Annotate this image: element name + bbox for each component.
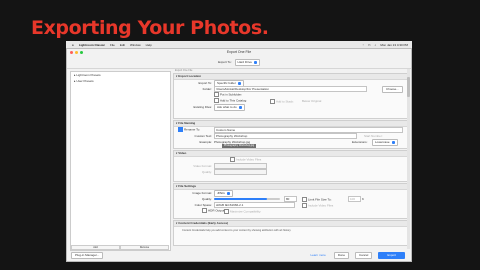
content-credentials-body: Content Credentials help you add context… — [182, 229, 292, 232]
section-title: File Settings — [178, 184, 197, 188]
menubar-status-area: ◔ ▭ ⌕ Mon Jan 13 4:30 PM — [362, 43, 412, 47]
section-file-settings: ▾File Settings Image Format: JPEG Qualit… — [173, 183, 409, 219]
plugin-manager-button[interactable]: Plug-in Manager... — [71, 251, 104, 259]
cancel-button[interactable]: Cancel — [354, 251, 373, 259]
stack-position-select[interactable]: Below Original — [302, 99, 321, 103]
chevron-down-icon — [391, 141, 395, 144]
maximize-compat-label: Maximize Compatibility — [230, 209, 261, 214]
menu-app-name[interactable]: Lightroom Classic — [79, 43, 105, 47]
battery-icon[interactable]: ▭ — [368, 43, 371, 47]
example-label: Example: — [199, 140, 212, 144]
preset-sidebar: ▸ Lightroom Presets ▸ User Presets Add R… — [70, 71, 171, 251]
settings-scrollbar[interactable] — [407, 69, 410, 249]
existing-files-select[interactable]: Ask what to do — [214, 104, 245, 111]
menu-help[interactable]: Help — [146, 43, 152, 47]
put-in-subfolder-checkbox[interactable] — [214, 92, 219, 97]
hdr-output-option: HDR Output — [202, 208, 224, 213]
color-space-label: Color Space: — [194, 203, 212, 207]
chevron-down-icon — [253, 60, 257, 64]
apple-icon[interactable]: ● — [72, 43, 74, 47]
breadcrumb: Export One File — [175, 69, 193, 72]
video-quality-label: Quality: — [201, 170, 212, 174]
section-title: Video — [178, 151, 187, 155]
section-video: ▾Video Include Video Files Video Format:… — [173, 150, 409, 182]
rename-option: Rename To: — [178, 127, 200, 132]
row-example: Example: Photography Workshop.jpg Extens… — [174, 139, 408, 148]
include-video-option: Include Video Files — [230, 157, 261, 162]
mac-menubar: ● Lightroom Classic File Edit Window Hel… — [66, 41, 412, 48]
export-to-select[interactable]: Hard Drive — [234, 58, 260, 66]
add-to-stack-label: Add to Stack: — [276, 99, 294, 104]
slide-title: Exporting Your Photos. — [31, 17, 269, 39]
maximize-compatibility-option: Maximize Compatibility — [224, 209, 261, 214]
existing-files-label: Existing Files: — [193, 105, 212, 109]
include-video-label: Include Video Files — [308, 203, 334, 208]
extensions-label: Extensions: — [352, 140, 368, 144]
folder-label: Folder: — [202, 87, 212, 91]
maximize-compat-checkbox[interactable] — [224, 209, 229, 214]
include-video-checkbox[interactable] — [230, 157, 235, 162]
hdr-output-checkbox[interactable] — [202, 208, 207, 213]
limit-size-unit: K — [362, 197, 365, 201]
extensions-value: Lowercase — [375, 140, 390, 144]
add-to-catalog-label: Add to This Catalog — [220, 98, 247, 103]
quality-slider-fill — [214, 198, 267, 200]
chevron-down-icon — [237, 82, 241, 85]
section-title: Content Credentials (Early Access) — [178, 221, 229, 225]
wifi-icon[interactable]: ◔ — [362, 43, 364, 47]
section-title: Export Location — [178, 74, 202, 78]
export-dialog: Export One File Export To: Hard Drive ▸ … — [66, 48, 412, 262]
export-to-toolbar: Export To: Hard Drive — [67, 56, 411, 69]
include-video-label: Include Video Files — [236, 157, 262, 162]
hdr-output-label: HDR Output — [208, 208, 225, 213]
section-content-credentials: ▾Content Credentials (Early Access) Cont… — [173, 220, 409, 246]
subfolder-option: Put in Subfolder: — [214, 92, 242, 97]
menu-window[interactable]: Window — [130, 43, 141, 47]
chevron-down-icon — [226, 192, 230, 195]
learn-more-link[interactable]: Learn more — [310, 253, 325, 257]
row-hdr: HDR Output Maximize Compatibility — [174, 208, 408, 214]
image-format-label: Image Format: — [192, 191, 212, 195]
filename-tooltip: Photography Workshop.jpg — [222, 144, 257, 148]
rename-label: Rename To: — [184, 127, 201, 132]
quality-label: Quality: — [201, 197, 212, 201]
row-existing-files: Existing Files: Ask what to do — [174, 104, 408, 111]
extensions-select[interactable]: Lowercase — [372, 139, 398, 146]
add-to-catalog-checkbox[interactable] — [214, 98, 219, 103]
video-quality-select[interactable] — [214, 169, 267, 175]
custom-text-label: Custom Text: — [194, 134, 212, 138]
export-settings-panel: Export One File ▾Export Location Export … — [173, 69, 409, 249]
dialog-title: Export One File — [226, 50, 252, 54]
catalog-option: Add to This Catalog — [214, 98, 246, 103]
section-title: File Naming — [178, 121, 196, 125]
search-icon[interactable]: ⌕ — [375, 43, 377, 47]
clock[interactable]: Mon Jan 13 4:30 PM — [380, 43, 408, 47]
video-format-label: Video Format: — [193, 164, 212, 168]
quality-slider[interactable] — [214, 198, 280, 200]
section-file-naming: ▾File Naming Rename To: Custom Name Cust… — [173, 120, 409, 149]
export-button[interactable]: Export — [378, 251, 405, 259]
start-number-label: Start Number: — [364, 134, 383, 138]
put-in-subfolder-label: Put in Subfolder: — [220, 92, 243, 97]
dialog-footer: Plug-in Manager... Learn more Done Cance… — [67, 249, 411, 261]
section-export-location: ▾Export Location Export To: Specific fol… — [173, 73, 409, 119]
export-to-label: Export To: — [218, 60, 232, 64]
existing-files-value: Ask what to do — [217, 105, 237, 109]
export-to-label: Export To: — [198, 81, 212, 85]
row-video-quality: Quality: — [174, 169, 408, 175]
menu-edit[interactable]: Edit — [120, 43, 125, 47]
menu-file[interactable]: File — [110, 43, 115, 47]
export-to-value: Hard Drive — [237, 59, 252, 64]
scrollbar-thumb[interactable] — [407, 77, 410, 97]
rename-checkbox[interactable] — [178, 127, 183, 132]
preset-user-presets[interactable]: ▸ User Presets — [71, 78, 170, 84]
limit-file-size-label: Limit File Size To: — [308, 197, 332, 202]
done-button[interactable]: Done — [333, 251, 349, 259]
chevron-down-icon — [238, 106, 242, 109]
